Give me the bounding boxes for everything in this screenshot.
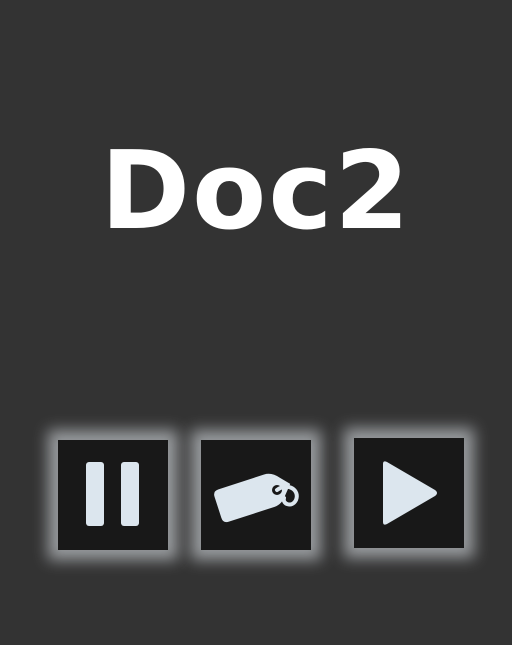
tag-icon xyxy=(208,460,304,530)
play-icon xyxy=(377,458,441,528)
control-bar xyxy=(0,0,512,645)
app-screen: Doc2 xyxy=(0,0,512,645)
pause-icon xyxy=(83,460,143,530)
pause-button[interactable] xyxy=(58,440,168,550)
tag-button[interactable] xyxy=(201,440,311,550)
play-button[interactable] xyxy=(354,438,464,548)
